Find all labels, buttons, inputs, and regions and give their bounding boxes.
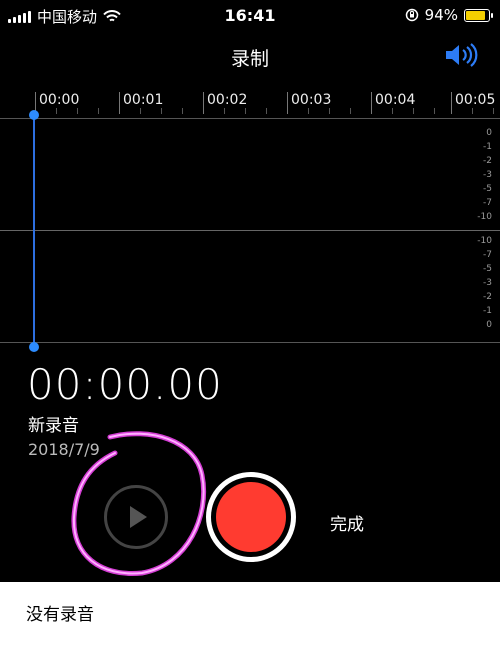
timeline-tick (371, 92, 372, 114)
timeline-label: 00:03 (291, 92, 332, 108)
timeline-label: 00:02 (207, 92, 248, 108)
waveform-top-border (0, 118, 500, 119)
timeline-label: 00:01 (123, 92, 164, 108)
record-button[interactable] (206, 472, 296, 562)
recordings-sheet[interactable]: 没有录音 (0, 582, 500, 659)
db-label: -5 (483, 184, 492, 194)
status-bar: 中国移动 16:41 94% (0, 0, 500, 32)
speaker-icon[interactable] (444, 42, 480, 68)
db-label: -1 (483, 142, 492, 152)
db-label: -1 (483, 306, 492, 316)
db-label: -10 (477, 212, 492, 222)
db-label: -7 (483, 198, 492, 208)
db-label: -7 (483, 250, 492, 260)
timeline-tick (287, 92, 288, 114)
db-label: -2 (483, 156, 492, 166)
no-recordings-label: 没有录音 (26, 605, 94, 625)
db-label: 0 (486, 128, 492, 138)
db-label: -5 (483, 264, 492, 274)
elapsed-time: 00:00.00 (27, 360, 223, 409)
page-title: 录制 (230, 48, 269, 70)
db-label: -3 (483, 170, 492, 180)
db-label: -10 (477, 236, 492, 246)
playhead-top-handle[interactable] (29, 110, 39, 120)
db-label: -3 (483, 278, 492, 288)
waveform-bottom-border (0, 342, 500, 343)
timeline-label: 00:00 (39, 92, 80, 108)
play-button[interactable] (104, 485, 168, 549)
battery-icon (464, 8, 493, 22)
timeline-tick (203, 92, 204, 114)
status-right: 94% (405, 6, 493, 24)
db-label: 0 (486, 320, 492, 330)
orientation-lock-icon (405, 8, 418, 22)
db-label: -2 (483, 292, 492, 302)
done-button[interactable]: 完成 (330, 510, 364, 535)
timeline-label: 00:04 (375, 92, 416, 108)
battery-percent: 94% (424, 6, 458, 24)
timeline-label: 00:05 (455, 92, 496, 108)
waveform-center-line (0, 230, 500, 231)
playhead-bottom-handle[interactable] (29, 342, 39, 352)
timeline-tick (119, 92, 120, 114)
timeline-tick (451, 92, 452, 114)
record-indicator (216, 482, 286, 552)
playhead[interactable] (33, 117, 35, 347)
play-icon (130, 506, 147, 528)
timeline-ruler[interactable]: 00:00 00:01 00:02 00:03 00:04 00:05 (0, 86, 500, 120)
